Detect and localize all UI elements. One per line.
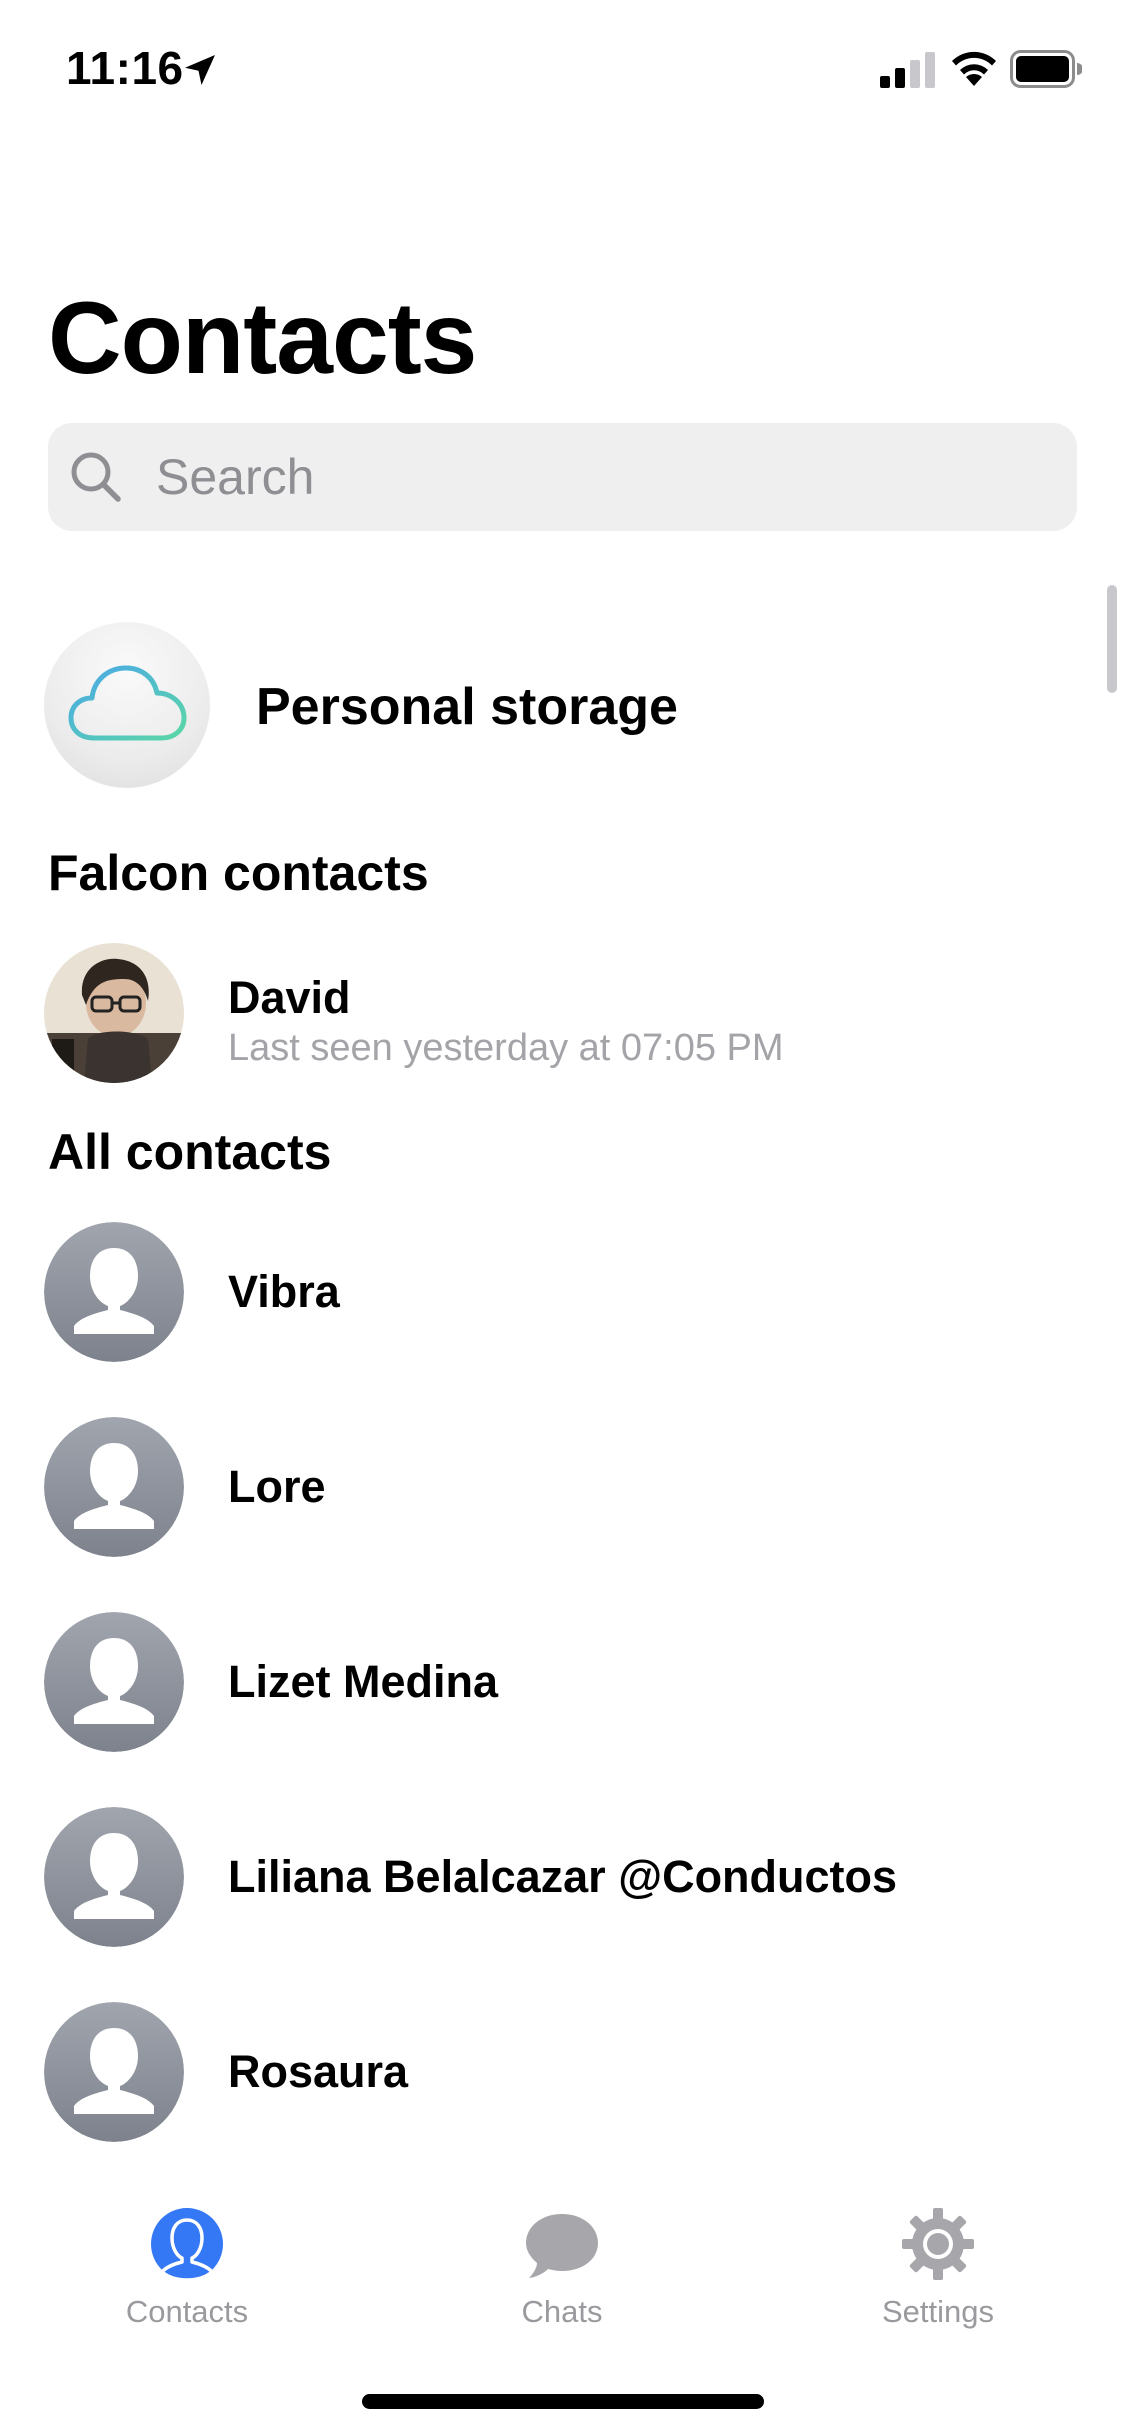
battery-icon [1010, 50, 1082, 88]
location-arrow-icon [185, 55, 215, 85]
person-placeholder-icon [44, 1417, 184, 1557]
contact-name: Liliana Belalcazar @Conductos [228, 1851, 898, 1902]
personal-storage-row[interactable]: Personal storage [0, 620, 1125, 790]
page-title: Contacts [48, 281, 477, 395]
person-placeholder-icon [44, 2002, 184, 2142]
section-header-falcon-contacts: Falcon contacts [48, 845, 429, 901]
status-bar: 11:16 [0, 0, 1125, 140]
tab-chats[interactable]: Chats [375, 2180, 749, 2350]
person-placeholder-icon [44, 1807, 184, 1947]
contact-row-david[interactable]: David Last seen yesterday at 07:05 PM [0, 943, 1125, 1083]
status-time: 11:16 [66, 42, 184, 94]
gear-icon [902, 2208, 974, 2280]
person-placeholder-icon [44, 1222, 184, 1362]
avatar [44, 2002, 184, 2142]
contact-name: Lore [228, 1461, 326, 1512]
tab-settings[interactable]: Settings [751, 2180, 1125, 2350]
tab-label: Contacts [125, 2294, 249, 2329]
search-input[interactable] [138, 423, 1056, 531]
avatar [44, 943, 184, 1083]
contact-last-seen: Last seen yesterday at 07:05 PM [228, 1027, 784, 1069]
contact-name: Vibra [228, 1266, 340, 1317]
cellular-signal-icon [880, 52, 935, 88]
tab-contacts[interactable]: Contacts [0, 2180, 374, 2350]
tab-label: Settings [881, 2294, 994, 2329]
avatar [44, 1417, 184, 1557]
contacts-icon [151, 2208, 223, 2282]
avatar [44, 1222, 184, 1362]
person-placeholder-icon [44, 1612, 184, 1752]
search-bar[interactable] [48, 423, 1077, 531]
profile-photo-icon [44, 943, 184, 1083]
personal-storage-avatar [44, 622, 210, 788]
chat-bubble-icon [526, 2214, 598, 2278]
contact-row[interactable]: Lore [0, 1417, 1125, 1557]
contact-row[interactable]: Rosaura [0, 2002, 1125, 2142]
search-icon [71, 452, 121, 502]
contact-row[interactable]: Vibra [0, 1222, 1125, 1362]
personal-storage-label: Personal storage [256, 678, 678, 736]
section-header-all-contacts: All contacts [48, 1124, 332, 1180]
cloud-icon [68, 665, 187, 741]
contact-name: David [228, 972, 351, 1023]
home-indicator[interactable] [362, 2394, 764, 2409]
tab-label: Chats [521, 2294, 603, 2329]
contact-name: Lizet Medina [228, 1656, 499, 1707]
contact-row[interactable]: Liliana Belalcazar @Conductos [0, 1807, 1125, 1947]
contacts-screen: 11:16 Contacts Search Personal storage F… [0, 0, 1125, 2436]
contact-name: Rosaura [228, 2046, 409, 2097]
wifi-icon [952, 51, 996, 86]
avatar [44, 1807, 184, 1947]
contact-row[interactable]: Lizet Medina [0, 1612, 1125, 1752]
avatar [44, 1612, 184, 1752]
